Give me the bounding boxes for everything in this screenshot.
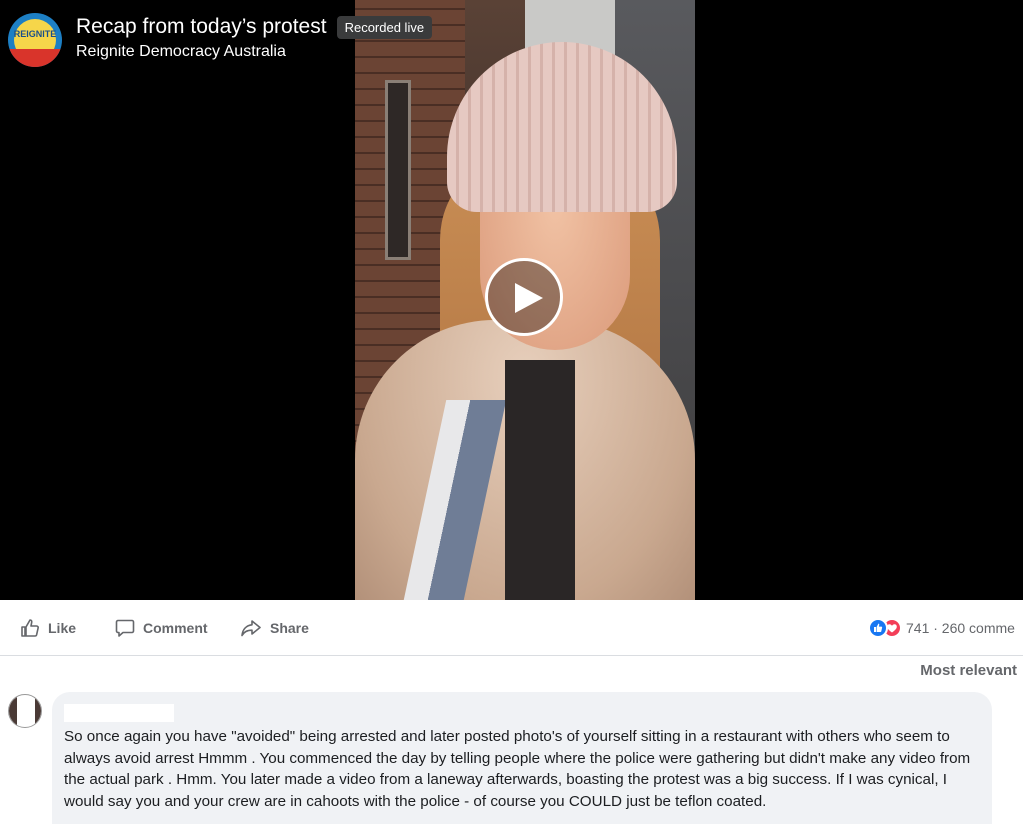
page-logo[interactable]: REIGNITE [8,13,62,67]
comment-bubble: So once again you have "avoided" being a… [52,692,992,824]
share-icon [241,620,261,637]
person-shirt [505,360,575,600]
play-button[interactable] [485,258,563,336]
like-icon [21,619,39,637]
building-window [385,80,411,260]
comment-icon [115,619,135,637]
avatar[interactable] [8,694,42,728]
comment-sort-dropdown[interactable]: Most relevant [920,662,1017,679]
header-text: Recap from today’s protest Recorded live… [76,13,433,61]
comment-button[interactable]: Comment [115,618,208,638]
like-reaction-icon [868,618,888,638]
video-player[interactable]: REIGNITE Recap from today’s protest Reco… [0,0,1023,600]
video-title: Recap from today’s protest [76,15,327,38]
title-row: Recap from today’s protest Recorded live [76,13,433,41]
play-icon [515,283,543,313]
recorded-live-badge: Recorded live [336,15,433,39]
commenter-name-redacted [64,704,174,722]
comment-text: So once again you have "avoided" being a… [64,728,971,810]
action-bar: Like Comment Share 741 · 260 comme [0,600,1023,656]
logo-text: REIGNITE [13,29,57,39]
like-button[interactable]: Like [20,618,76,638]
comment-label: Comment [143,620,208,636]
page-name-link[interactable]: Reignite Democracy Australia [76,43,432,61]
reactions-summary[interactable]: 741 · 260 comme [868,618,1015,638]
video-header: REIGNITE Recap from today’s protest Reco… [8,13,433,67]
reactions-count: 741 · 260 comme [906,620,1015,636]
logo-band [8,49,62,67]
share-button[interactable]: Share [240,618,309,638]
share-label: Share [270,620,309,636]
like-label: Like [48,620,77,636]
